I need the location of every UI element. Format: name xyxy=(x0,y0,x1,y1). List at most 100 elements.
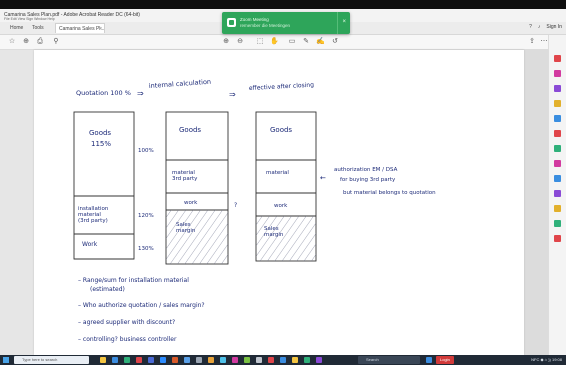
teams-icon[interactable] xyxy=(148,357,154,363)
combine-icon[interactable] xyxy=(554,115,561,122)
app-icon-8[interactable] xyxy=(292,357,298,363)
share-icon[interactable]: ⇪ xyxy=(528,38,536,46)
handwritten-notes: Quotation 100 % ⇒ internal calculation ⇒… xyxy=(73,78,436,343)
protect-icon[interactable] xyxy=(554,175,561,182)
taskbar-search-2[interactable]: Search xyxy=(358,356,420,364)
app-icon-4[interactable] xyxy=(244,357,250,363)
app-icon-11[interactable] xyxy=(426,357,432,363)
fill-sign-icon[interactable] xyxy=(554,190,561,197)
toolbar: ☆ ⊕ ⎙ ⚲ ⊕ ⊖ ⬚ ✋ ▭ ✎ ✍ ↺ ⇪ ⋯ xyxy=(0,35,566,50)
toast-divider xyxy=(337,12,338,34)
edge-icon[interactable] xyxy=(220,357,226,363)
taskbar: Type here to search Search Login NFC ◆ ⌂… xyxy=(0,355,566,365)
close-icon[interactable]: × xyxy=(99,26,102,32)
upload-icon[interactable]: ⊕ xyxy=(22,38,30,46)
pen-icon[interactable]: ✎ xyxy=(302,38,310,46)
header-effective: effective after closing xyxy=(249,82,315,92)
app-icon-5[interactable] xyxy=(256,357,262,363)
box1-pct: 115% xyxy=(91,140,111,148)
more-tools-icon[interactable] xyxy=(554,235,561,242)
compress-icon[interactable] xyxy=(554,145,561,152)
box-effective xyxy=(255,111,317,262)
print-icon[interactable]: ⎙ xyxy=(36,38,44,46)
search-icon[interactable]: ⚲ xyxy=(52,38,60,46)
zoom-app-icon[interactable] xyxy=(160,357,166,363)
note-arrow: ← xyxy=(320,174,326,182)
toast-title: Zoom Meeting xyxy=(240,17,269,22)
create-pdf-icon[interactable] xyxy=(554,85,561,92)
right-tools-panel xyxy=(548,35,566,355)
star-icon[interactable]: ☆ xyxy=(8,38,16,46)
left-panel xyxy=(0,50,34,355)
close-icon[interactable]: × xyxy=(342,19,346,25)
app-icon-9[interactable] xyxy=(304,357,310,363)
bullet-2-text: Who authorize quotation / sales margin? xyxy=(83,302,205,309)
select-icon[interactable]: ⬚ xyxy=(256,38,264,46)
zoom-notification[interactable]: Zoom Meeting remember die Meetingen × xyxy=(222,12,350,34)
bullet-3: – agreed supplier with discount? xyxy=(78,319,175,326)
menu-bar[interactable]: File Edit View Sign Window Help xyxy=(4,17,55,21)
box2-work: work xyxy=(184,200,198,206)
pct-b: 120% xyxy=(138,213,154,219)
page-up-icon[interactable]: ⊕ xyxy=(222,38,230,46)
send-icon[interactable] xyxy=(554,205,561,212)
system-tray: NFC ◆ ⌂ )) 19:08 xyxy=(531,357,562,362)
zoom-icon xyxy=(227,18,236,27)
export-pdf-icon[interactable] xyxy=(554,55,561,62)
app-icon-3[interactable] xyxy=(232,357,238,363)
box3-goods: Goods xyxy=(270,126,292,134)
bullet-3-text: agreed supplier with discount? xyxy=(83,319,175,326)
box1-work: Work xyxy=(82,241,98,248)
sign-in-link[interactable]: Sign In xyxy=(546,24,562,30)
bell-icon[interactable]: ♪ xyxy=(538,24,541,30)
powerpoint-icon[interactable] xyxy=(172,357,178,363)
more-icon[interactable]: ⋯ xyxy=(540,38,548,46)
header-quotation: Quotation 100 % xyxy=(76,89,131,97)
camera-top-bar xyxy=(0,0,566,9)
box3-material: material xyxy=(266,170,289,176)
box3-work: work xyxy=(274,203,288,209)
taskbar-search[interactable]: Type here to search xyxy=(14,356,89,364)
pct-a: 100% xyxy=(138,148,154,154)
tab-tools[interactable]: Tools xyxy=(32,25,44,31)
bullet-1-text: Range/sum for installation material xyxy=(83,277,189,284)
comment-icon[interactable]: ▭ xyxy=(288,38,296,46)
tab-home[interactable]: Home xyxy=(10,25,23,31)
file-explorer-icon[interactable] xyxy=(100,357,106,363)
windows-start-icon[interactable] xyxy=(3,357,9,363)
organize-icon[interactable] xyxy=(554,130,561,137)
bullet-1: – Range/sum for installation material xyxy=(78,277,189,284)
app-icon-10[interactable] xyxy=(316,357,322,363)
arrow-2: ⇒ xyxy=(229,90,236,99)
page-down-icon[interactable]: ⊖ xyxy=(236,38,244,46)
app-icon-2[interactable] xyxy=(208,357,214,363)
toast-subtitle: remember die Meetingen xyxy=(240,23,291,28)
sign-icon[interactable]: ✍ xyxy=(316,38,325,46)
bullet-1b: (estimated) xyxy=(90,286,125,293)
note-line-3: but material belongs to quotation xyxy=(343,190,436,196)
box2-material: material 3rd party xyxy=(172,170,198,182)
box1-goods: Goods xyxy=(89,129,111,137)
comment-tool-icon[interactable] xyxy=(554,100,561,107)
login-button[interactable]: Login xyxy=(436,356,454,364)
bullet-2: – Who authorize quotation / sales margin… xyxy=(78,302,205,309)
app-icon[interactable] xyxy=(196,357,202,363)
header-internal: internal calculation xyxy=(149,78,212,90)
edit-pdf-icon[interactable] xyxy=(554,70,561,77)
box-internal xyxy=(165,111,229,265)
pct-c: 130% xyxy=(138,246,154,252)
acrobat-icon[interactable] xyxy=(136,357,142,363)
app-icon-7[interactable] xyxy=(280,357,286,363)
note-line-2: for buying 3rd party xyxy=(340,177,396,183)
mail-icon[interactable] xyxy=(112,357,118,363)
undo-icon[interactable]: ↺ xyxy=(331,38,339,46)
tab-document[interactable]: Camarina Sales Pl... × xyxy=(55,23,105,33)
redact-icon[interactable] xyxy=(554,160,561,167)
mark-question: ? xyxy=(234,202,237,209)
scan-icon[interactable] xyxy=(554,220,561,227)
help-icon[interactable]: ? xyxy=(529,24,532,30)
hand-icon[interactable]: ✋ xyxy=(270,38,279,46)
excel-icon[interactable] xyxy=(124,357,130,363)
word-icon[interactable] xyxy=(184,357,190,363)
app-icon-6[interactable] xyxy=(268,357,274,363)
